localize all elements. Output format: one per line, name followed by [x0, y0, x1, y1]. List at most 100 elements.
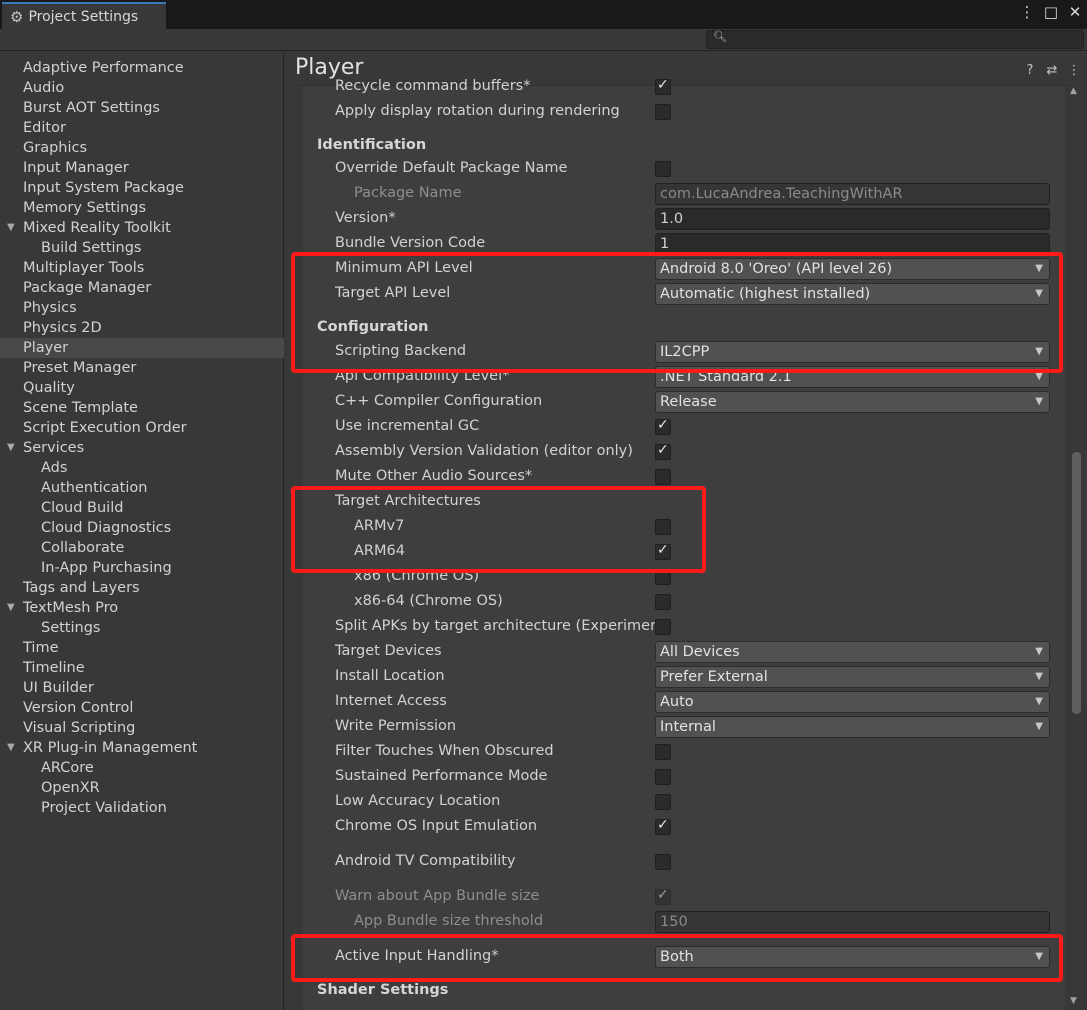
setting-checkbox[interactable]: [655, 594, 671, 610]
setting-label: Assembly Version Validation (editor only…: [335, 443, 633, 459]
scroll-up-icon[interactable]: ▲: [1070, 86, 1077, 96]
sidebar-item[interactable]: Preset Manager: [0, 358, 284, 378]
sidebar-item[interactable]: OpenXR: [0, 778, 284, 798]
window-tab[interactable]: ⚙ Project Settings: [2, 2, 166, 29]
sidebar-item[interactable]: In-App Purchasing: [0, 558, 284, 578]
setting-checkbox[interactable]: [655, 619, 671, 635]
chevron-down-icon: ▼: [1035, 396, 1043, 407]
setting-checkbox[interactable]: [655, 442, 671, 460]
sidebar-item[interactable]: Player: [0, 338, 284, 358]
sidebar-item[interactable]: Ads: [0, 458, 284, 478]
sidebar-item[interactable]: ▼ XR Plug-in Management: [0, 738, 284, 758]
setting-label: Override Default Package Name: [335, 160, 568, 176]
presets-icon[interactable]: ⇄: [1045, 63, 1059, 78]
sidebar-item[interactable]: Build Settings: [0, 238, 284, 258]
sidebar-item[interactable]: Visual Scripting: [0, 718, 284, 738]
header-icons: ? ⇄ ⋮: [1023, 63, 1081, 78]
sidebar-item[interactable]: ARCore: [0, 758, 284, 778]
sidebar-item[interactable]: Time: [0, 638, 284, 658]
close-icon[interactable]: ✕: [1067, 3, 1083, 21]
setting-checkbox[interactable]: [655, 769, 671, 785]
chevron-down-icon: ▼: [1035, 696, 1043, 707]
sidebar-item-label: Timeline: [23, 660, 85, 676]
sidebar-item[interactable]: Project Validation: [0, 798, 284, 818]
sidebar-item[interactable]: Tags and Layers: [0, 578, 284, 598]
sidebar-item-label: In-App Purchasing: [41, 560, 172, 576]
setting-text-field: 150: [655, 911, 1050, 933]
sidebar-item[interactable]: Editor: [0, 118, 284, 138]
setting-dropdown[interactable]: Auto ▼: [655, 691, 1050, 713]
setting-label: C++ Compiler Configuration: [335, 393, 543, 409]
sidebar-item[interactable]: Authentication: [0, 478, 284, 498]
maximize-icon[interactable]: □: [1043, 3, 1059, 21]
chevron-down-icon: ▼: [1035, 721, 1043, 732]
sidebar-item[interactable]: Memory Settings: [0, 198, 284, 218]
sidebar-item[interactable]: Timeline: [0, 658, 284, 678]
sidebar-item[interactable]: Physics 2D: [0, 318, 284, 338]
page-title: Player: [295, 55, 364, 80]
setting-text-field[interactable]: 1.0: [655, 208, 1050, 230]
setting-checkbox[interactable]: [655, 104, 671, 120]
sidebar-item-label: ARCore: [41, 760, 94, 776]
more-icon[interactable]: ⋮: [1067, 63, 1081, 78]
setting-checkbox[interactable]: [655, 817, 671, 835]
sidebar-item[interactable]: Settings: [0, 618, 284, 638]
scroll-down-icon[interactable]: ▼: [1070, 996, 1077, 1006]
setting-dropdown[interactable]: Internal ▼: [655, 716, 1050, 738]
sidebar-item[interactable]: ▼ TextMesh Pro: [0, 598, 284, 618]
sidebar-item[interactable]: Scene Template: [0, 398, 284, 418]
sidebar-item-label: Audio: [23, 80, 65, 96]
setting-checkbox[interactable]: [655, 744, 671, 760]
setting-checkbox[interactable]: [655, 794, 671, 810]
setting-checkbox[interactable]: [655, 161, 671, 177]
help-icon[interactable]: ?: [1023, 63, 1037, 78]
sidebar-item[interactable]: Input Manager: [0, 158, 284, 178]
sidebar-item[interactable]: Input System Package: [0, 178, 284, 198]
setting-label: Filter Touches When Obscured: [335, 743, 554, 759]
sidebar-item-label: Cloud Diagnostics: [41, 520, 172, 536]
sidebar-item[interactable]: Package Manager: [0, 278, 284, 298]
sidebar-item-label: Collaborate: [41, 540, 125, 556]
setting-checkbox[interactable]: [655, 469, 671, 485]
expand-arrow-icon[interactable]: ▼: [7, 598, 15, 618]
setting-dropdown[interactable]: All Devices ▼: [655, 641, 1050, 663]
sidebar-item[interactable]: Quality: [0, 378, 284, 398]
sidebar-item[interactable]: Cloud Build: [0, 498, 284, 518]
sidebar-item-label: Physics: [23, 300, 77, 316]
sidebar-item[interactable]: Adaptive Performance: [0, 58, 284, 78]
search-row: 🔍︎: [0, 29, 1087, 51]
setting-label: Version*: [335, 210, 396, 226]
sidebar-item[interactable]: Cloud Diagnostics: [0, 518, 284, 538]
sidebar-item-label: UI Builder: [23, 680, 94, 696]
scrollbar-thumb[interactable]: [1072, 452, 1081, 714]
setting-checkbox[interactable]: [655, 77, 671, 95]
sidebar-item[interactable]: Burst AOT Settings: [0, 98, 284, 118]
sidebar-item[interactable]: ▼ Mixed Reality Toolkit: [0, 218, 284, 238]
expand-arrow-icon[interactable]: ▼: [7, 218, 15, 238]
setting-dropdown[interactable]: Prefer External ▼: [655, 666, 1050, 688]
sidebar-item-label: Graphics: [23, 140, 88, 156]
expand-arrow-icon[interactable]: ▼: [7, 738, 15, 758]
setting-dropdown[interactable]: Release ▼: [655, 391, 1050, 413]
sidebar-item[interactable]: Multiplayer Tools: [0, 258, 284, 278]
sidebar-item[interactable]: Physics: [0, 298, 284, 318]
setting-label: Split APKs by target architecture (Exper…: [335, 618, 660, 634]
expand-arrow-icon[interactable]: ▼: [7, 438, 15, 458]
sidebar-item-label: Script Execution Order: [23, 420, 187, 436]
sidebar-item[interactable]: Version Control: [0, 698, 284, 718]
scrollbar[interactable]: ▲ ▼: [1067, 86, 1083, 1006]
sidebar-item[interactable]: Collaborate: [0, 538, 284, 558]
sidebar-item[interactable]: UI Builder: [0, 678, 284, 698]
sidebar-item[interactable]: ▼ Services: [0, 438, 284, 458]
setting-label: Bundle Version Code: [335, 235, 486, 251]
setting-label: Mute Other Audio Sources*: [335, 468, 533, 484]
sidebar-item-label: Input Manager: [23, 160, 129, 176]
setting-checkbox[interactable]: [655, 417, 671, 435]
sidebar-item[interactable]: Audio: [0, 78, 284, 98]
sidebar-item[interactable]: Script Execution Order: [0, 418, 284, 438]
sidebar-item[interactable]: Graphics: [0, 138, 284, 158]
setting-checkbox[interactable]: [655, 854, 671, 870]
more-options-icon[interactable]: ⋮: [1019, 3, 1035, 21]
search-input[interactable]: 🔍︎: [706, 30, 1084, 49]
setting-label: x86-64 (Chrome OS): [354, 593, 503, 609]
